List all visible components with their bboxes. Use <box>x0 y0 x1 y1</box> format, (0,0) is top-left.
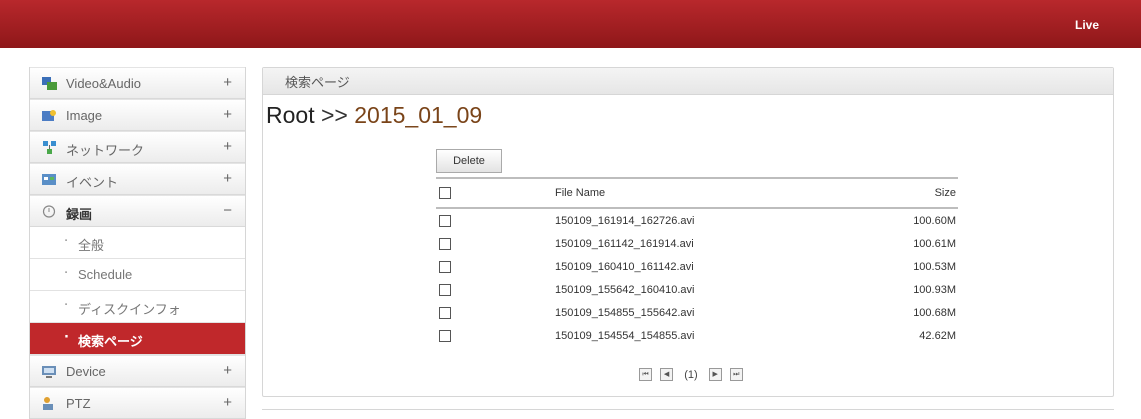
device-icon <box>42 366 56 378</box>
delete-button[interactable]: Delete <box>436 149 502 173</box>
event-icon <box>42 174 56 185</box>
row-checkbox[interactable] <box>439 329 451 342</box>
table-row: 150109_155642_160410.avi 100.93M <box>436 278 958 301</box>
column-header-file-name: File Name <box>466 177 877 209</box>
top-bar: Live <box>0 0 1141 48</box>
recording-icon <box>42 205 56 218</box>
file-table: File Name Size 150109_161914_162726.avi … <box>436 177 958 347</box>
ptz-icon <box>43 397 53 410</box>
sidebar-item-video-audio[interactable]: Video&Audio + <box>30 67 245 99</box>
table-row: 150109_160410_161142.avi 100.53M <box>436 255 958 278</box>
sidebar-subitem-label: 全般 <box>78 238 105 253</box>
next-page-icon[interactable]: ▶ <box>708 368 722 381</box>
breadcrumb: Root >> 2015_01_09 <box>266 102 482 129</box>
bullet-icon: · <box>64 330 69 345</box>
sidebar-item-ptz[interactable]: PTZ + <box>30 387 245 419</box>
bullet-icon: · <box>64 266 69 281</box>
file-size: 100.93M <box>913 283 956 296</box>
expand-icon[interactable]: + <box>223 362 232 379</box>
file-name-link[interactable]: 150109_161914_162726.avi <box>466 208 876 232</box>
expand-icon[interactable]: + <box>223 394 232 411</box>
breadcrumb-separator: >> <box>314 102 355 128</box>
sidebar-item-label: ネットワーク <box>66 143 145 158</box>
column-header-size: Size <box>876 177 958 209</box>
sidebar: Video&Audio + Image + ネットワーク + イベント + 録画… <box>29 67 246 419</box>
sidebar-item-label: Video&Audio <box>66 76 141 91</box>
sidebar-subitem-general[interactable]: · 全般 <box>30 227 245 259</box>
sidebar-item-network[interactable]: ネットワーク + <box>30 131 245 163</box>
sidebar-item-label: Device <box>66 364 106 379</box>
sidebar-item-recording[interactable]: 録画 − <box>30 195 245 227</box>
first-page-icon[interactable]: ⏮ <box>639 368 652 381</box>
file-name-link[interactable]: 150109_160410_161142.avi <box>466 255 876 278</box>
pagination: ⏮ ◀ (1) ▶ ⏭ <box>639 364 746 381</box>
bullet-icon: · <box>64 298 69 313</box>
file-size: 100.53M <box>913 260 956 273</box>
row-checkbox[interactable] <box>439 306 451 319</box>
expand-icon[interactable]: + <box>223 170 232 187</box>
image-icon <box>42 110 56 121</box>
row-checkbox[interactable] <box>439 214 451 227</box>
collapse-icon[interactable]: − <box>223 202 232 219</box>
sidebar-item-label: PTZ <box>66 396 91 411</box>
sidebar-subitem-label: 検索ページ <box>78 334 143 349</box>
divider <box>262 409 1114 410</box>
breadcrumb-folder: 2015_01_09 <box>354 102 483 128</box>
table-row: 150109_161914_162726.avi 100.60M <box>436 208 958 232</box>
live-link[interactable]: Live <box>1075 18 1099 32</box>
sidebar-subitem-label: Schedule <box>78 267 133 282</box>
sidebar-subitem-label: ディスクインフォ <box>78 302 181 317</box>
table-row: 150109_154855_155642.avi 100.68M <box>436 301 958 324</box>
file-name-link[interactable]: 150109_155642_160410.avi <box>466 278 876 301</box>
file-size: 42.62M <box>919 329 956 342</box>
row-checkbox[interactable] <box>439 283 451 296</box>
file-name-link[interactable]: 150109_161142_161914.avi <box>466 232 876 255</box>
file-size: 100.68M <box>913 306 956 319</box>
sidebar-subitem-search-page[interactable]: · 検索ページ <box>30 323 245 355</box>
sidebar-subitem-schedule[interactable]: · Schedule <box>30 259 245 291</box>
sidebar-item-label: Image <box>66 108 103 123</box>
row-checkbox[interactable] <box>439 237 451 250</box>
sidebar-subitem-disk-info[interactable]: · ディスクインフォ <box>30 291 245 323</box>
current-page[interactable]: (1) <box>684 369 697 381</box>
video-audio-icon <box>42 77 57 90</box>
expand-icon[interactable]: + <box>223 74 232 91</box>
select-all-checkbox[interactable] <box>439 187 451 200</box>
table-row: 150109_161142_161914.avi 100.61M <box>436 232 958 255</box>
search-panel: 検索ページ Root >> 2015_01_09 Delete File Nam… <box>262 67 1114 397</box>
expand-icon[interactable]: + <box>223 138 232 155</box>
sidebar-item-label: イベント <box>66 175 119 190</box>
bullet-icon: · <box>64 234 69 249</box>
prev-page-icon[interactable]: ◀ <box>660 368 674 381</box>
sidebar-item-label: 録画 <box>66 207 93 222</box>
sidebar-item-image[interactable]: Image + <box>30 99 245 131</box>
file-name-link[interactable]: 150109_154554_154855.avi <box>466 324 876 347</box>
file-size: 100.61M <box>913 237 956 250</box>
sidebar-item-event[interactable]: イベント + <box>30 163 245 195</box>
file-size: 100.60M <box>913 214 956 227</box>
panel-header: 検索ページ <box>263 68 1113 95</box>
table-row: 150109_154554_154855.avi 42.62M <box>436 324 958 347</box>
row-checkbox[interactable] <box>439 260 451 273</box>
file-name-link[interactable]: 150109_154855_155642.avi <box>466 301 876 324</box>
last-page-icon[interactable]: ⏭ <box>729 368 743 381</box>
sidebar-item-device[interactable]: Device + <box>30 355 245 387</box>
page-title: 検索ページ <box>285 75 350 90</box>
expand-icon[interactable]: + <box>223 106 232 123</box>
breadcrumb-root[interactable]: Root <box>266 102 315 128</box>
table-header-row: File Name Size <box>436 177 958 209</box>
network-icon <box>43 141 56 154</box>
